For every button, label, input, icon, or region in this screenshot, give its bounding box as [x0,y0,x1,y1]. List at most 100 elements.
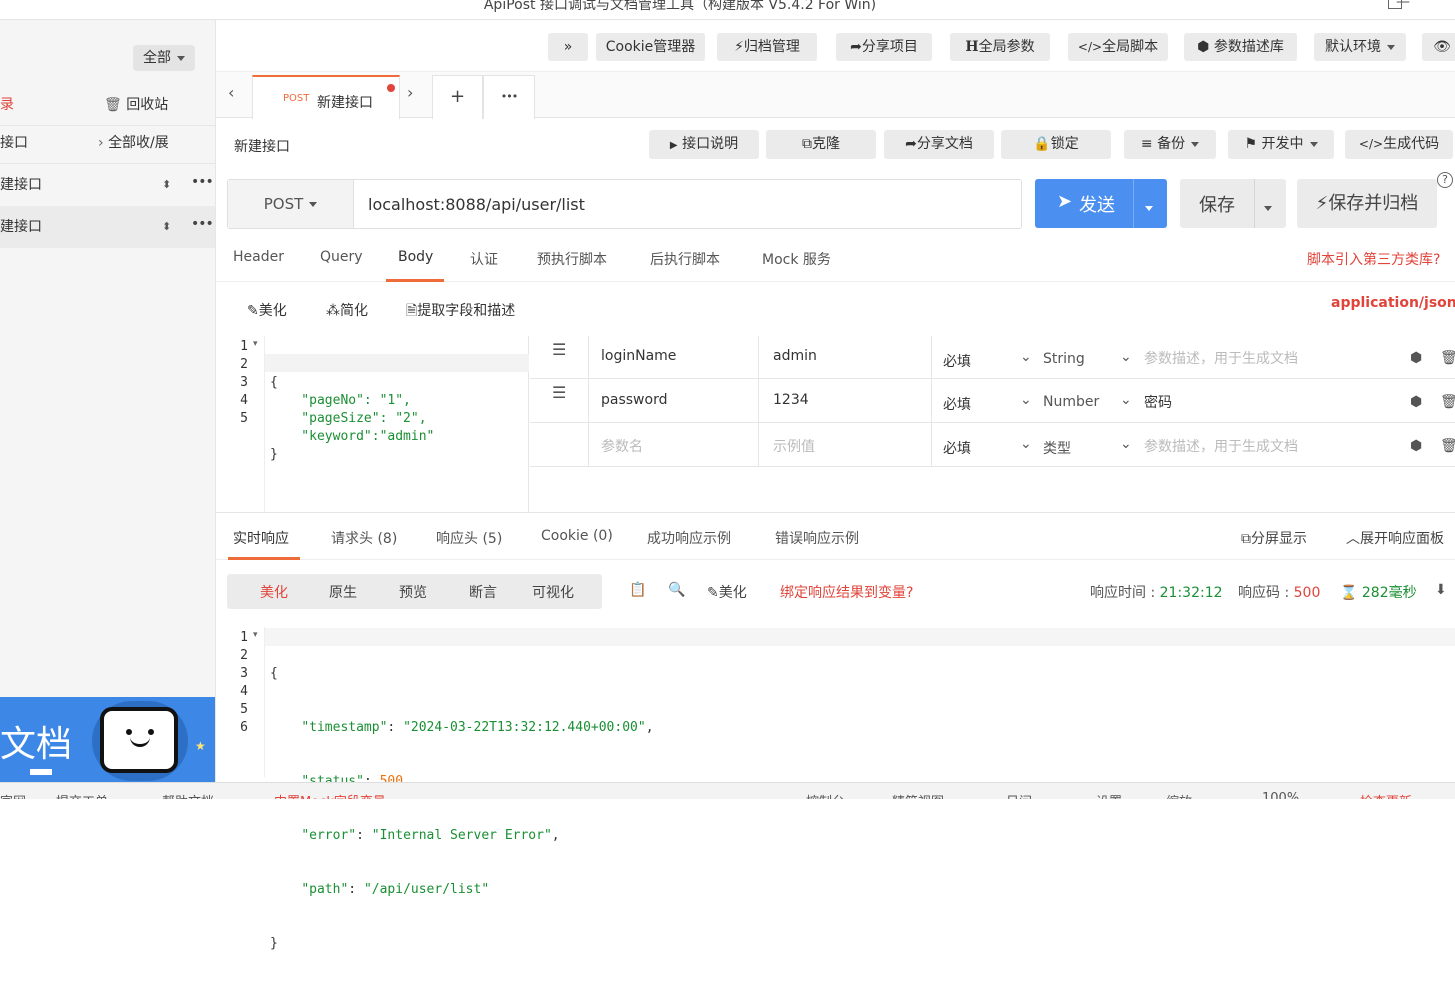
preview-button[interactable]: 👁 [1422,33,1455,61]
tab-post-script[interactable]: 后执行脚本 [650,249,720,269]
global-params-button[interactable]: H全局参数 [950,33,1050,61]
trash-icon[interactable]: 🗑 [1440,350,1455,366]
cube-icon[interactable]: ⬢ [1410,394,1422,410]
recycle-bin[interactable]: 🗑 回收站 [104,84,168,126]
tab-cookie[interactable]: Cookie (0) [541,528,613,544]
fold-icon[interactable]: ▾ [253,630,258,640]
more-icon[interactable]: ••• [191,161,214,203]
param-name[interactable]: loginName [601,348,676,364]
cookie-manager-button[interactable]: Cookie管理器 [596,33,705,61]
status-website[interactable]: 官网 [0,791,26,799]
download-icon[interactable]: ⬇ [1435,582,1447,598]
param-type-select[interactable]: String [1043,351,1085,367]
lock-button[interactable]: 🔒锁定 [1001,130,1111,159]
save-archive-button[interactable]: ⚡保存并归档 [1297,179,1437,228]
env-select[interactable]: 默认环境 [1314,33,1406,61]
expand-response-button[interactable]: ︿展开响应面板 [1346,528,1444,548]
view-assert[interactable]: 断言 [469,582,497,602]
status-ticket[interactable]: 提交工单 [56,791,108,799]
param-desc[interactable]: 参数描述，用于生成文档 [1144,348,1298,368]
maximize-icon[interactable] [1388,0,1402,9]
beautify-button[interactable]: ✎美化 [247,300,287,320]
status-compact-view[interactable]: 精简视图 [892,791,944,799]
status-console[interactable]: 控制台 [806,791,845,799]
api-name[interactable]: 新建接口 [234,136,290,156]
search-icon[interactable]: 🔍 [668,582,685,598]
status-help[interactable]: 帮助文档 [162,791,214,799]
chevron-down-icon[interactable]: ⌄ [1120,392,1132,408]
param-required-select[interactable]: 必填 [943,351,971,371]
simplify-button[interactable]: ⁂简化 [326,300,368,320]
global-script-button[interactable]: </>全局脚本 [1068,33,1168,61]
gen-code-button[interactable]: </>生成代码 [1345,130,1453,159]
status-mock-vars[interactable]: 内置Mock字段变量 [274,791,386,799]
tab-more-button[interactable]: ••• [483,75,535,119]
tab-error-example[interactable]: 错误响应示例 [775,528,859,548]
tab-header[interactable]: Header [233,249,284,265]
url-input[interactable]: localhost:8088/api/user/list [368,195,585,214]
sidebar-item-selected[interactable]: 建接口 ⬍ ••• [0,206,215,248]
chevron-down-icon[interactable]: ⌄ [1020,349,1032,365]
param-desc-lib-button[interactable]: ⬢ 参数描述库 [1184,33,1297,61]
help-icon[interactable]: ? [1437,172,1453,188]
param-value[interactable]: admin [773,348,817,364]
drag-handle-icon[interactable]: ☰ [552,383,566,402]
tab-auth[interactable]: 认证 [470,249,498,269]
drag-handle-icon[interactable]: ☰ [552,340,566,359]
tab-scroll-left-icon[interactable]: ‹ [228,83,234,102]
view-preview[interactable]: 预览 [399,582,427,602]
collapse-all-button[interactable]: › 全部收/展 [98,122,169,164]
view-visualize[interactable]: 可视化 [532,582,574,602]
copy-icon[interactable]: 📋 [629,582,646,598]
promo-banner[interactable]: 文档 ★ [0,697,215,782]
response-body[interactable]: 123456 ▾ { "timestamp": "2024-03-22T13:3… [216,627,1455,951]
send-options-icon[interactable] [1145,200,1153,216]
chevron-down-icon[interactable]: ⌄ [1020,392,1032,408]
share-doc-button[interactable]: ➦分享文档 [884,130,994,159]
resp-beautify-button[interactable]: ✎美化 [707,582,747,602]
add-tab-button[interactable]: + [432,75,483,119]
sidebar-dir-label[interactable]: 录 [0,84,14,126]
dev-status-select[interactable]: ⚑ 开发中 [1228,130,1334,159]
trash-icon[interactable]: 🗑 [1440,394,1455,410]
expand-toolbar-button[interactable]: » [548,33,588,61]
param-name[interactable]: password [601,392,667,408]
param-desc[interactable]: 密码 [1144,392,1172,412]
cube-icon[interactable]: ⬢ [1410,438,1422,454]
tab-live-response[interactable]: 实时响应 [233,528,289,548]
param-required-select[interactable]: 必填 [943,394,971,414]
tab-new-api[interactable]: POST 新建接口 [252,75,400,119]
tab-body[interactable]: Body [398,249,433,265]
filter-dropdown[interactable]: 全部 [133,45,195,71]
save-options-icon[interactable] [1264,200,1272,216]
param-type-select[interactable]: 类型 [1043,438,1071,458]
param-required-select[interactable]: 必填 [943,438,971,458]
fold-icon[interactable]: ▾ [253,339,258,349]
clone-button[interactable]: ⧉克隆 [766,130,876,159]
status-settings[interactable]: 设置 [1096,791,1122,799]
bind-var-link[interactable]: 绑定响应结果到变量? [780,582,913,602]
save-button[interactable]: 保存 [1180,179,1286,228]
chevron-down-icon[interactable]: ⌄ [1120,349,1132,365]
api-doc-button[interactable]: ▶ 接口说明 [649,130,759,159]
view-beautify[interactable]: 美化 [260,582,288,602]
new-param-name-input[interactable]: 参数名 [601,436,643,456]
tab-request-headers[interactable]: 请求头 (8) [331,528,397,548]
content-type-select[interactable]: application/json [1331,295,1455,311]
cube-icon[interactable]: ⬢ [1410,350,1422,366]
tab-pre-script[interactable]: 预执行脚本 [537,249,607,269]
share-project-button[interactable]: ➦分享项目 [836,33,932,61]
archive-manager-button[interactable]: ⚡归档管理 [717,33,817,61]
extract-fields-button[interactable]: 🗎提取字段和描述 [406,300,515,324]
method-select[interactable]: POST [228,180,354,228]
sort-icon[interactable]: ⬍ [162,206,171,248]
tab-response-headers[interactable]: 响应头 (5) [436,528,502,548]
tab-query[interactable]: Query [320,249,363,265]
split-view-button[interactable]: ⧉分屏显示 [1241,528,1307,548]
status-zoom-value[interactable]: 100% [1262,791,1299,799]
chevron-down-icon[interactable]: ⌄ [1120,436,1132,452]
new-param-value-input[interactable]: 示例值 [773,436,815,456]
new-param-desc-input[interactable]: 参数描述，用于生成文档 [1144,436,1298,456]
backup-button[interactable]: ≡ 备份 [1124,130,1216,159]
tab-scroll-right-icon[interactable]: › [407,83,413,102]
